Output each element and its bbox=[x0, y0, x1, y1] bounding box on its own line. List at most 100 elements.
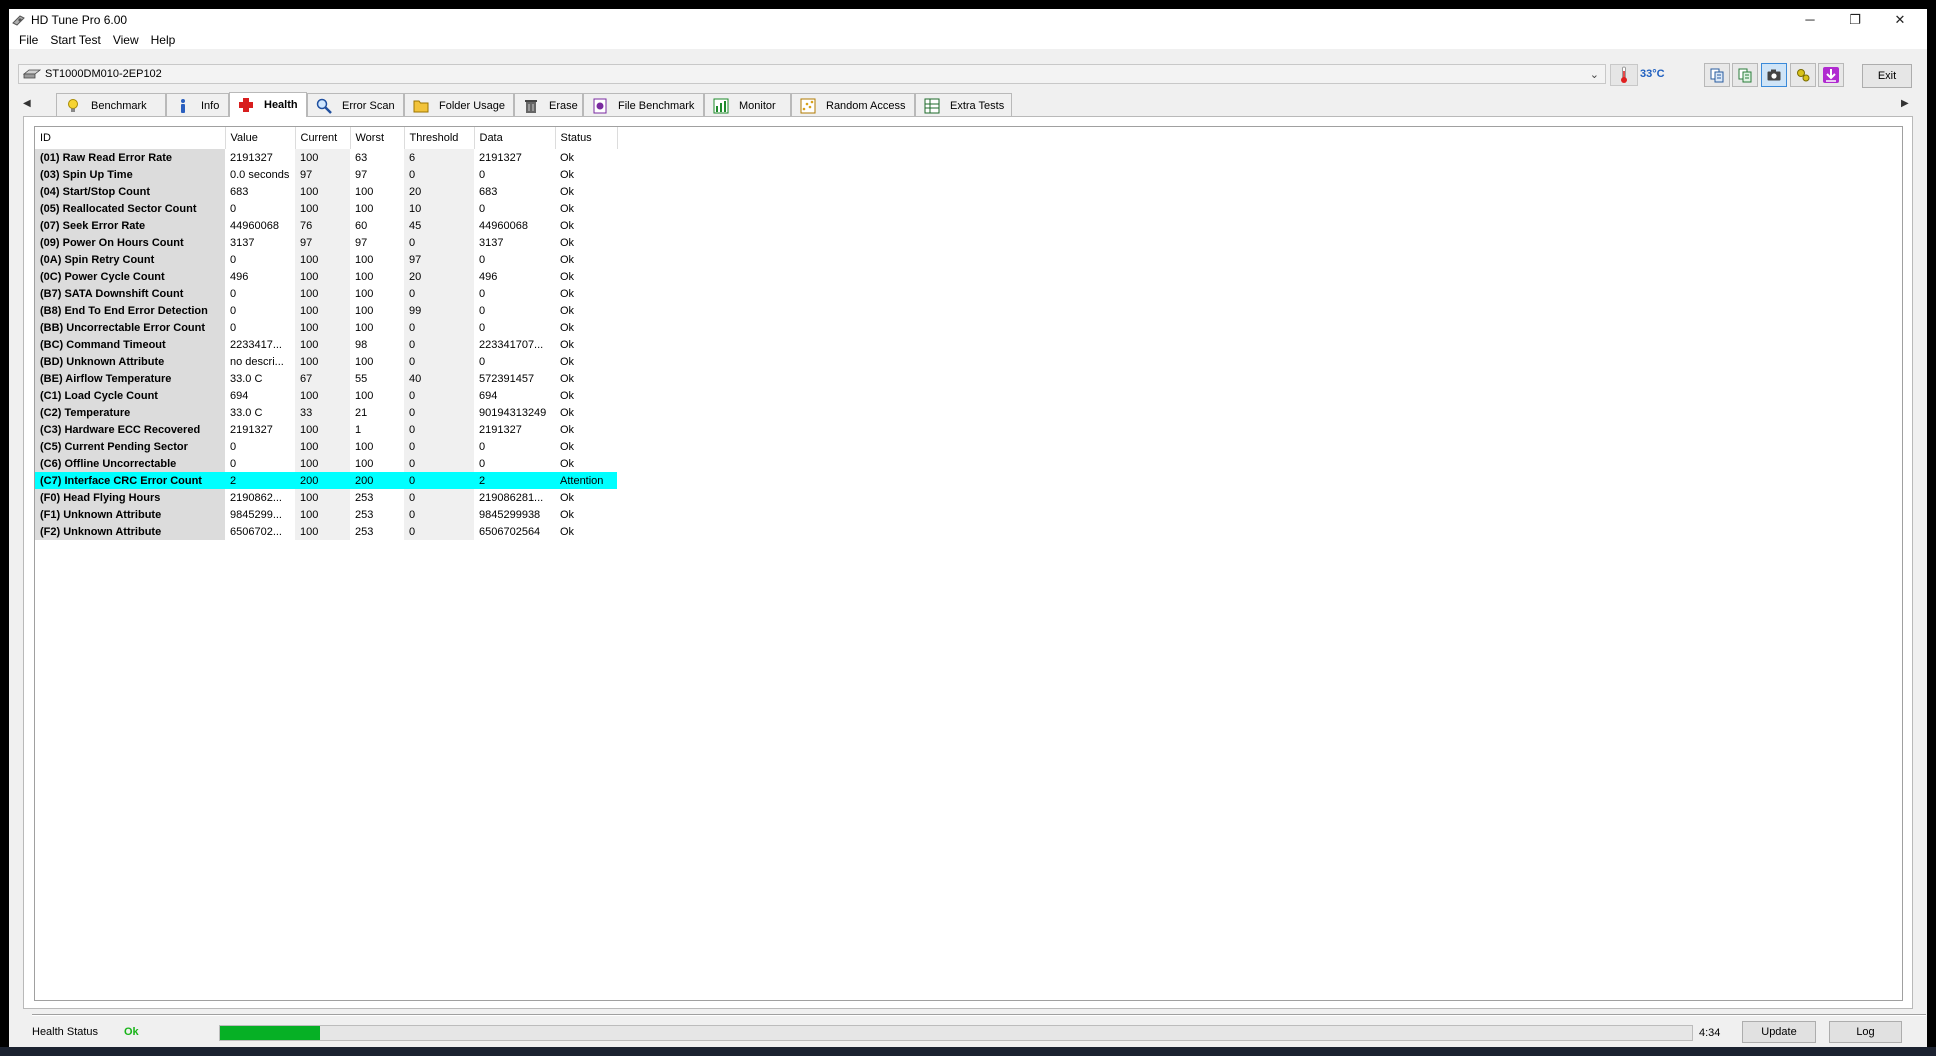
column-header-id[interactable]: ID bbox=[35, 127, 226, 149]
smart-attributes-grid[interactable]: ID Value Current Worst Threshold Data St… bbox=[34, 126, 1903, 1001]
tab-monitor[interactable]: Monitor bbox=[704, 93, 791, 117]
cell-worst: 253 bbox=[355, 525, 374, 538]
cell-data: 2 bbox=[474, 472, 555, 489]
folder-icon bbox=[413, 100, 429, 112]
column-header-value[interactable]: Value bbox=[225, 127, 296, 149]
tab-health[interactable]: Health bbox=[229, 92, 307, 117]
hard-drive-icon bbox=[23, 69, 41, 79]
close-button[interactable]: ✕ bbox=[1880, 9, 1920, 30]
column-header-status[interactable]: Status bbox=[555, 127, 618, 149]
tab-error-scan[interactable]: Error Scan bbox=[307, 93, 404, 117]
cell-value: 0 bbox=[230, 457, 237, 470]
table-row[interactable]: (C2) Temperature 33.0 C 33 21 0 90194313249 Ok bbox=[35, 404, 617, 421]
table-row[interactable]: (F2) Unknown Attribute 6506702... 100 253 0 6… bbox=[35, 523, 617, 540]
cell-worst: 100 bbox=[355, 185, 374, 198]
table-row[interactable]: (C5) Current Pending Sector 0 100 100 0 0 Ok bbox=[35, 438, 617, 455]
copy-info-icon bbox=[1710, 68, 1724, 83]
tab-info[interactable]: Info bbox=[166, 93, 229, 117]
tab-folder-usage-label: Folder Usage bbox=[439, 99, 506, 112]
table-row[interactable]: (B7) SATA Downshift Count 0 100 100 0 0 Ok bbox=[35, 285, 617, 302]
extra-tests-icon bbox=[924, 98, 940, 113]
column-header-worst[interactable]: Worst bbox=[350, 127, 405, 149]
tab-folder-usage[interactable]: Folder Usage bbox=[404, 93, 514, 117]
tab-info-label: Info bbox=[201, 99, 220, 112]
cell-data: 44960068 bbox=[479, 219, 528, 232]
log-button[interactable]: Log bbox=[1829, 1021, 1902, 1043]
tab-benchmark[interactable]: Benchmark bbox=[56, 93, 166, 117]
tab-scroll-right-icon[interactable]: ▶ bbox=[1901, 98, 1909, 109]
table-row[interactable]: (0C) Power Cycle Count 496 100 100 20 496 Ok bbox=[35, 268, 617, 285]
table-row[interactable]: (C3) Hardware ECC Recovered 2191327 100 1 0 2… bbox=[35, 421, 617, 438]
update-button[interactable]: Update bbox=[1742, 1021, 1816, 1043]
column-header-threshold[interactable]: Threshold bbox=[404, 127, 475, 149]
table-row[interactable]: (09) Power On Hours Count 3137 97 97 0 3137 Ok bbox=[35, 234, 617, 251]
cell-threshold: 40 bbox=[404, 370, 474, 387]
screenshot-button[interactable] bbox=[1761, 63, 1787, 87]
cell-status: Ok bbox=[560, 440, 575, 453]
copy-text-button[interactable] bbox=[1732, 63, 1758, 87]
table-row[interactable]: (0A) Spin Retry Count 0 100 100 97 0 Ok bbox=[35, 251, 617, 268]
tab-file-benchmark[interactable]: File Benchmark bbox=[583, 93, 704, 117]
cell-current: 100 bbox=[295, 353, 350, 370]
table-row[interactable]: (03) Spin Up Time 0.0 seconds 97 97 0 0 Ok bbox=[35, 166, 617, 183]
cell-threshold: 6 bbox=[404, 149, 474, 166]
window-title: HD Tune Pro 6.00 bbox=[31, 12, 128, 27]
cell-current: 100 bbox=[295, 506, 350, 523]
cell-status: Ok bbox=[560, 219, 575, 232]
table-row[interactable]: (F1) Unknown Attribute 9845299... 100 253 0 9… bbox=[35, 506, 617, 523]
chevron-down-icon[interactable]: ⌄ bbox=[1590, 68, 1599, 81]
cell-value: 0 bbox=[230, 440, 237, 453]
cell-value: 694 bbox=[230, 389, 249, 402]
cell-threshold: 0 bbox=[404, 285, 474, 302]
tab-benchmark-label: Benchmark bbox=[91, 99, 147, 112]
table-row[interactable]: (C7) Interface CRC Error Count 2 200 200 0 2 A… bbox=[35, 472, 617, 489]
cell-id: (C3) Hardware ECC Recovered bbox=[35, 421, 225, 438]
minimize-button[interactable]: ─ bbox=[1790, 9, 1830, 30]
cell-value: 2191327 bbox=[230, 423, 273, 436]
options-button[interactable] bbox=[1790, 63, 1816, 87]
cell-threshold: 45 bbox=[404, 217, 474, 234]
table-row[interactable]: (B8) End To End Error Detection 0 100 100 99… bbox=[35, 302, 617, 319]
cell-id: (B8) End To End Error Detection bbox=[35, 302, 225, 319]
table-row[interactable]: (BB) Uncorrectable Error Count 0 100 100 0 0 O… bbox=[35, 319, 617, 336]
menu-help[interactable]: Help bbox=[145, 33, 182, 47]
menu-view[interactable]: View bbox=[107, 33, 145, 47]
tab-erase[interactable]: Erase bbox=[514, 93, 583, 117]
tab-erase-label: Erase bbox=[549, 99, 578, 112]
copy-info-button[interactable] bbox=[1704, 63, 1730, 87]
table-row[interactable]: (04) Start/Stop Count 683 100 100 20 683 Ok bbox=[35, 183, 617, 200]
table-row[interactable]: (F0) Head Flying Hours 2190862... 100 253 0 2… bbox=[35, 489, 617, 506]
tab-extra-tests[interactable]: Extra Tests bbox=[915, 93, 1012, 117]
cell-data: 6506702564 bbox=[479, 525, 541, 538]
cell-data: 2191327 bbox=[479, 151, 522, 164]
tab-random-access[interactable]: Random Access bbox=[791, 93, 915, 117]
table-row[interactable]: (BD) Unknown Attribute no descri... 100 100… bbox=[35, 353, 617, 370]
table-row[interactable]: (BE) Airflow Temperature 33.0 C 67 55 40 5723… bbox=[35, 370, 617, 387]
table-row[interactable]: (C1) Load Cycle Count 694 100 100 0 694 Ok bbox=[35, 387, 617, 404]
cell-worst: 21 bbox=[355, 406, 368, 419]
table-row[interactable]: (C6) Offline Uncorrectable 0 100 100 0 0 Ok bbox=[35, 455, 617, 472]
menu-start-test[interactable]: Start Test bbox=[44, 33, 106, 47]
cell-status: Ok bbox=[560, 202, 575, 215]
cell-current: 100 bbox=[295, 149, 350, 166]
cell-id: (04) Start/Stop Count bbox=[35, 183, 225, 200]
magnifier-icon bbox=[316, 98, 332, 114]
menu-file[interactable]: File bbox=[13, 33, 44, 47]
column-header-data[interactable]: Data bbox=[474, 127, 556, 149]
table-row[interactable]: (BC) Command Timeout 2233417... 100 98 0 2233… bbox=[35, 336, 617, 353]
table-row[interactable]: (05) Reallocated Sector Count 0 100 100 10 0 O… bbox=[35, 200, 617, 217]
save-button[interactable] bbox=[1818, 63, 1844, 87]
cell-threshold: 0 bbox=[404, 438, 474, 455]
tab-scroll-left-icon[interactable]: ◀ bbox=[23, 98, 31, 109]
table-row[interactable]: (07) Seek Error Rate 44960068 76 60 45 449600… bbox=[35, 217, 617, 234]
drive-select[interactable]: ST1000DM010-2EP102 ⌄ bbox=[18, 64, 1606, 84]
exit-button[interactable]: Exit bbox=[1862, 64, 1912, 88]
table-row[interactable]: (01) Raw Read Error Rate 2191327 100 63 6 219… bbox=[35, 149, 617, 166]
cell-worst: 253 bbox=[355, 491, 374, 504]
cell-value: 2190862... bbox=[230, 491, 282, 504]
column-header-current[interactable]: Current bbox=[295, 127, 351, 149]
cell-worst: 100 bbox=[355, 355, 374, 368]
restore-button[interactable]: ❐ bbox=[1835, 9, 1875, 30]
tab-extra-tests-label: Extra Tests bbox=[950, 99, 1005, 112]
drive-name: ST1000DM010-2EP102 bbox=[45, 68, 162, 80]
